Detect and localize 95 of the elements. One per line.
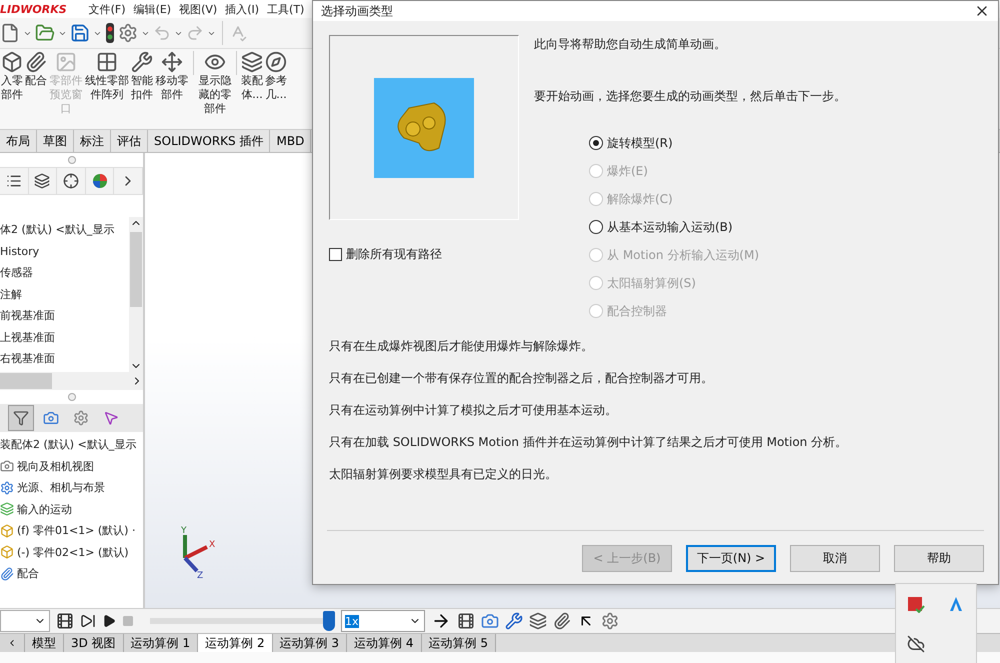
resize-handle[interactable] [68, 156, 76, 164]
study-tab[interactable]: 运动算例 1 [124, 634, 198, 652]
layers-icon[interactable] [529, 612, 547, 630]
ribbon-button[interactable]: 入零部件 [0, 51, 24, 102]
vertical-scrollbar[interactable] [129, 217, 143, 372]
note-text: 只有在已创建一个带有保存位置的配合控制器之后，配合控制器才可用。 [329, 370, 714, 387]
ribbon-button[interactable]: 智能扣件 [130, 51, 154, 102]
color-ball-icon [92, 173, 108, 189]
ribbon-button[interactable]: 装配体... [240, 51, 264, 102]
tree-item[interactable]: History [0, 240, 129, 262]
app-tray-icon[interactable] [907, 595, 925, 613]
file-icon[interactable] [0, 23, 20, 43]
study-tab[interactable]: 3D 视图 [64, 634, 124, 652]
window-icon [55, 51, 77, 73]
study-tab[interactable]: 运动算例 4 [347, 634, 422, 652]
grid-icon [96, 51, 118, 73]
tree-item[interactable]: 右视基准面 [0, 348, 129, 370]
note-text: 只有在加载 SOLIDWORKS Motion 插件并在运动算例中计算了结果之后才可使用 Motion 分析。 [329, 434, 848, 451]
study-tab[interactable]: 运动算例 5 [422, 634, 496, 652]
camera-icon[interactable] [481, 612, 499, 630]
study-tab[interactable]: 模型 [25, 634, 64, 652]
app-logo: LIDWORKS [0, 2, 67, 16]
note-text: 只有在运动算例中计算了模拟之后才可使用基本运动。 [329, 402, 618, 419]
tree-item[interactable]: 配合 [0, 563, 143, 584]
filter-button[interactable] [8, 405, 34, 431]
folder-icon[interactable] [35, 23, 55, 43]
ribbon-button[interactable]: 显示隐藏的零部件 [197, 51, 233, 116]
dialog-button[interactable]: 取消 [790, 545, 880, 572]
box-icon [0, 545, 14, 560]
save-icon[interactable] [70, 23, 90, 43]
study-tab[interactable]: 运动算例 3 [272, 634, 348, 652]
tree-item[interactable]: 体2 (默认) <默认_显示 [0, 219, 129, 240]
ribbon-button[interactable]: 配合 [24, 51, 48, 88]
menu-item[interactable]: 插入(I) [225, 2, 260, 16]
tree-item[interactable]: (-) 零件02<1> (默认) [0, 542, 143, 563]
traffic-light-icon[interactable] [105, 23, 115, 43]
axis-triad-drawing: Y X Z [175, 523, 220, 578]
box-icon [0, 524, 14, 538]
cloud-off-icon[interactable] [907, 635, 925, 653]
box-icon [1, 51, 23, 73]
camera-icon [43, 410, 59, 426]
menu-item[interactable]: 编辑(E) [134, 2, 172, 16]
dialog-button[interactable]: 下一页(N) > [686, 545, 776, 572]
tree-item[interactable]: (f) 零件01<1> (默认) · [0, 520, 143, 542]
tree-item[interactable]: 前视基准面 [0, 305, 129, 326]
tree-item[interactable]: 注解 [0, 284, 129, 305]
move-icon [161, 51, 183, 73]
wrench-icon[interactable] [505, 612, 523, 630]
filter-icon [13, 410, 29, 426]
horizontal-scrollbar[interactable] [0, 372, 143, 390]
timeline-slider[interactable] [150, 611, 335, 631]
layers-icon [0, 502, 14, 516]
layers-icon [34, 173, 50, 189]
ribbon-button[interactable]: 移动零部件 [154, 51, 190, 102]
paperclip-icon [0, 566, 14, 581]
menu-item[interactable]: 视图(V) [179, 2, 218, 16]
tree-item[interactable]: 输入的运动 [0, 498, 143, 520]
paperclip-icon[interactable] [553, 612, 571, 630]
pointer-icon [103, 410, 119, 426]
ribbon-button[interactable]: 参考几... [264, 51, 288, 102]
delete-paths-checkbox[interactable]: 删除所有现有路径 [329, 246, 519, 263]
animation-type-radio[interactable]: 从基本运动输入运动(B) [589, 213, 982, 241]
paperclip-icon [25, 51, 47, 73]
tree-item[interactable]: 光源、相机与布景 [0, 477, 143, 498]
play-from-start-icon[interactable] [80, 613, 96, 629]
menu-item[interactable]: 文件(F) [88, 2, 126, 16]
intro-text: 此向导将帮助您自动生成简单动画。 [534, 36, 727, 53]
camera-icon [0, 459, 14, 474]
dialog-button[interactable]: 帮助 [894, 545, 984, 572]
list-icon [6, 173, 22, 189]
tree-item[interactable]: 上视基准面 [0, 326, 129, 348]
tree-item[interactable]: 装配体2 (默认) <默认_显示 [0, 434, 143, 456]
crosshair-icon [62, 173, 79, 189]
film-icon[interactable] [457, 612, 475, 630]
letter-a-logo-icon[interactable] [948, 596, 964, 612]
gear-icon [73, 410, 89, 426]
resize-handle[interactable] [68, 393, 76, 401]
intro-text: 要开始动画，选择您要生成的动画类型，然后单击下一步。 [534, 88, 847, 105]
tree-item[interactable]: 视向及相机视图 [0, 456, 143, 477]
tree-item[interactable]: 传感器 [0, 262, 129, 284]
animation-type-radio[interactable]: 旋转模型(R) [589, 129, 982, 157]
ribbon-button[interactable]: 线性零部件阵列 [84, 51, 130, 102]
speed-field[interactable]: 1x [341, 610, 425, 632]
play-icon[interactable] [102, 614, 116, 628]
compass-icon [265, 51, 287, 73]
note-text: 太阳辐射算例要求模型具有已定义的日光。 [329, 466, 558, 483]
dialog-title: 选择动画类型 [321, 2, 393, 20]
menu-item[interactable]: 工具(T) [267, 2, 304, 16]
gear-icon [0, 480, 14, 495]
settings-icon[interactable] [118, 23, 138, 43]
wrench-icon [131, 51, 153, 73]
study-tab[interactable]: 运动算例 2 [198, 634, 273, 652]
layers-icon [241, 51, 263, 73]
settings-icon[interactable] [601, 612, 619, 630]
note-text: 只有在生成爆炸视图后才能使用爆炸与解除爆炸。 [329, 338, 594, 355]
